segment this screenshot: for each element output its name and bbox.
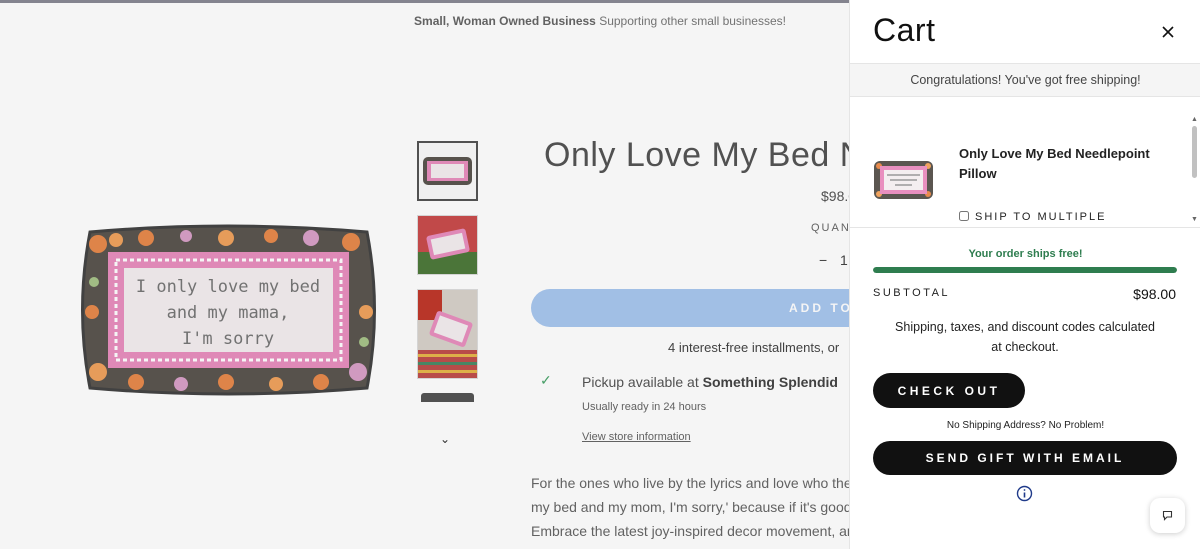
subtotal-value: $98.00 — [1133, 286, 1176, 302]
ship-to-multiple-label: SHIP TO MULTIPLE — [975, 211, 1107, 223]
checkout-button[interactable]: CHECK OUT — [873, 373, 1025, 408]
no-address-note: No Shipping Address? No Problem! — [946, 420, 1105, 431]
cart-drawer: Cart Congratulations! You've got free sh… — [849, 0, 1200, 549]
cart-title: Cart — [873, 12, 936, 48]
close-icon[interactable] — [1158, 22, 1178, 42]
info-icon[interactable] — [1016, 485, 1033, 502]
taxes-note: Shipping, taxes, and discount codes calc… — [895, 320, 1155, 354]
scroll-up-arrow-icon[interactable]: ▲ — [1191, 116, 1198, 123]
chat-icon — [1162, 510, 1173, 521]
order-ships-free-text: Your order ships free! — [968, 248, 1083, 260]
scroll-down-arrow-icon[interactable]: ▼ — [1191, 216, 1198, 223]
send-gift-button[interactable]: SEND GIFT WITH EMAIL — [873, 441, 1177, 475]
cart-item-name[interactable]: Only Love My Bed Needlepoint Pillow — [959, 144, 1159, 184]
ship-to-multiple-option[interactable]: SHIP TO MULTIPLE — [959, 211, 1106, 223]
free-shipping-progress-fill — [873, 267, 1177, 273]
drawer-backdrop[interactable] — [0, 0, 849, 549]
chat-widget-button[interactable] — [1150, 498, 1185, 533]
free-shipping-progress-bar — [873, 267, 1177, 273]
free-shipping-banner: Congratulations! You've got free shippin… — [850, 63, 1200, 97]
ship-to-multiple-checkbox[interactable] — [959, 211, 969, 221]
cart-item-image[interactable] — [873, 160, 934, 200]
cart-items[interactable]: Only Love My Bed Needlepoint Pillow SHIP… — [850, 98, 1200, 228]
subtotal-label: SUBTOTAL — [873, 287, 951, 299]
scrollbar-thumb[interactable] — [1192, 126, 1197, 178]
